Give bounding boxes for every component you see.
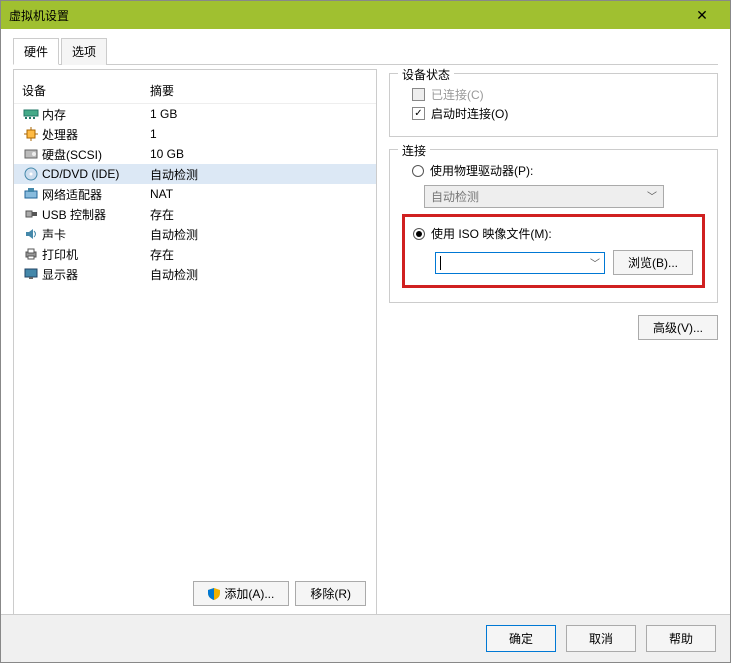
connection-legend: 连接 xyxy=(398,142,430,159)
text-cursor xyxy=(440,256,441,270)
ok-button[interactable]: 确定 xyxy=(486,625,556,652)
connected-checkbox xyxy=(412,88,425,101)
list-item[interactable]: CD/DVD (IDE)自动检测 xyxy=(14,164,376,184)
usb-icon xyxy=(22,206,40,222)
shield-icon xyxy=(208,588,220,600)
header-device: 设备 xyxy=(22,82,150,99)
device-name: 显示器 xyxy=(42,266,150,283)
physical-drive-dropdown: 自动检测 ﹀ xyxy=(424,185,664,208)
device-summary: 自动检测 xyxy=(150,166,368,183)
device-summary: 存在 xyxy=(150,206,368,223)
window-title: 虚拟机设置 xyxy=(9,7,69,24)
device-summary: NAT xyxy=(150,187,368,201)
titlebar: 虚拟机设置 ✕ xyxy=(1,1,730,29)
help-button[interactable]: 帮助 xyxy=(646,625,716,652)
device-name: 内存 xyxy=(42,106,150,123)
close-icon[interactable]: ✕ xyxy=(682,7,722,24)
use-iso-radio[interactable] xyxy=(413,228,425,240)
browse-button[interactable]: 浏览(B)... xyxy=(613,250,693,275)
memory-icon xyxy=(22,106,40,122)
chevron-down-icon: ﹀ xyxy=(590,255,600,270)
use-physical-radio[interactable] xyxy=(412,165,424,177)
device-name: 处理器 xyxy=(42,126,150,143)
iso-highlight: 使用 ISO 映像文件(M): ﹀ 浏览(B)... xyxy=(402,214,705,288)
device-status-group: 设备状态 已连接(C) ✓ 启动时连接(O) xyxy=(389,73,718,137)
list-item[interactable]: USB 控制器存在 xyxy=(14,204,376,224)
tab-strip: 硬件 选项 xyxy=(13,37,718,65)
list-item[interactable]: 打印机存在 xyxy=(14,244,376,264)
add-button-label: 添加(A)... xyxy=(224,585,274,602)
display-icon xyxy=(22,266,40,282)
device-name: 声卡 xyxy=(42,226,150,243)
nic-icon xyxy=(22,186,40,202)
dialog-footer: 确定 取消 帮助 xyxy=(1,614,730,662)
physical-drive-value: 自动检测 xyxy=(431,188,479,205)
device-summary: 1 GB xyxy=(150,107,368,121)
device-name: USB 控制器 xyxy=(42,206,150,223)
use-iso-label: 使用 ISO 映像文件(M): xyxy=(431,225,552,242)
list-item[interactable]: 显示器自动检测 xyxy=(14,264,376,284)
list-item[interactable]: 处理器1 xyxy=(14,124,376,144)
tab-options[interactable]: 选项 xyxy=(61,38,107,65)
header-summary: 摘要 xyxy=(150,82,368,99)
cd-icon xyxy=(22,166,40,182)
device-summary: 自动检测 xyxy=(150,226,368,243)
advanced-button[interactable]: 高级(V)... xyxy=(638,315,718,340)
add-button[interactable]: 添加(A)... xyxy=(193,581,289,606)
connected-label: 已连接(C) xyxy=(431,86,484,103)
cpu-icon xyxy=(22,126,40,142)
device-name: 打印机 xyxy=(42,246,150,263)
hdd-icon xyxy=(22,146,40,162)
list-header: 设备 摘要 xyxy=(14,78,376,104)
iso-path-input[interactable]: ﹀ xyxy=(435,252,605,274)
device-list-panel: 设备 摘要 内存1 GB处理器1硬盘(SCSI)10 GBCD/DVD (IDE… xyxy=(13,69,377,617)
chevron-down-icon: ﹀ xyxy=(647,188,657,205)
list-item[interactable]: 网络适配器NAT xyxy=(14,184,376,204)
status-legend: 设备状态 xyxy=(398,66,454,83)
list-item[interactable]: 内存1 GB xyxy=(14,104,376,124)
tab-hardware[interactable]: 硬件 xyxy=(13,38,59,65)
list-item[interactable]: 声卡自动检测 xyxy=(14,224,376,244)
printer-icon xyxy=(22,246,40,262)
device-summary: 1 xyxy=(150,127,368,141)
connect-poweron-checkbox[interactable]: ✓ xyxy=(412,107,425,120)
remove-button[interactable]: 移除(R) xyxy=(295,581,366,606)
device-summary: 10 GB xyxy=(150,147,368,161)
cancel-button[interactable]: 取消 xyxy=(566,625,636,652)
device-name: 网络适配器 xyxy=(42,186,150,203)
list-item[interactable]: 硬盘(SCSI)10 GB xyxy=(14,144,376,164)
device-summary: 存在 xyxy=(150,246,368,263)
sound-icon xyxy=(22,226,40,242)
device-name: 硬盘(SCSI) xyxy=(42,146,150,163)
connect-poweron-label: 启动时连接(O) xyxy=(431,105,508,122)
device-list[interactable]: 内存1 GB处理器1硬盘(SCSI)10 GBCD/DVD (IDE)自动检测网… xyxy=(14,104,376,573)
use-physical-label: 使用物理驱动器(P): xyxy=(430,162,533,179)
device-name: CD/DVD (IDE) xyxy=(42,167,150,181)
device-summary: 自动检测 xyxy=(150,266,368,283)
connection-group: 连接 使用物理驱动器(P): 自动检测 ﹀ 使用 ISO 映像文件(M): xyxy=(389,149,718,303)
